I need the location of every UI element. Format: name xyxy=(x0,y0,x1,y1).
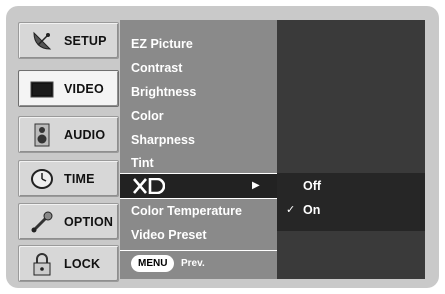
option-on[interactable]: ✓ On xyxy=(277,198,425,222)
padlock-icon xyxy=(33,253,51,276)
menu-item-contrast[interactable]: Contrast xyxy=(120,56,277,80)
menu-item-ez-picture[interactable]: EZ Picture xyxy=(120,32,277,56)
option-off[interactable]: Off xyxy=(277,174,425,198)
menu-item-video-preset[interactable]: Video Preset xyxy=(120,223,277,247)
menu-item-color[interactable]: Color xyxy=(120,104,277,128)
menu-footer: MENU Prev. xyxy=(120,250,277,279)
sidebar-item-label: LOCK xyxy=(64,257,101,271)
menu-item-tint[interactable]: Tint xyxy=(120,151,277,175)
sidebar-item-video[interactable]: VIDEO xyxy=(18,70,119,107)
checkmark-icon: ✓ xyxy=(286,204,296,216)
xd-submenu: Off ✓ On xyxy=(277,20,425,279)
sidebar-item-label: AUDIO xyxy=(64,128,106,142)
menu-button[interactable]: MENU xyxy=(131,255,175,272)
speaker-icon xyxy=(34,123,50,147)
sidebar-item-label: VIDEO xyxy=(64,82,104,96)
sidebar-item-setup[interactable]: SETUP xyxy=(18,22,119,59)
prev-label: Prev. xyxy=(181,258,205,269)
sidebar-item-label: SETUP xyxy=(64,34,107,48)
video-menu: EZ Picture Contrast Brightness Color Sha… xyxy=(120,20,277,279)
menu-item-sharpness[interactable]: Sharpness xyxy=(120,128,277,152)
clock-icon xyxy=(31,169,53,189)
menu-item-xd[interactable]: ▶ xyxy=(120,174,277,198)
sidebar-item-time[interactable]: TIME xyxy=(18,160,119,197)
satellite-dish-icon xyxy=(33,31,52,50)
tv-screen-icon xyxy=(30,81,54,98)
tools-icon xyxy=(31,211,53,233)
sidebar-item-option[interactable]: OPTION xyxy=(18,203,119,240)
sidebar-item-label: OPTION xyxy=(64,215,114,229)
option-label: Off xyxy=(303,179,322,193)
menu-item-brightness[interactable]: Brightness xyxy=(120,80,277,104)
sidebar-item-label: TIME xyxy=(64,172,95,186)
submenu-arrow-icon: ▶ xyxy=(252,180,260,191)
menu-item-color-temperature[interactable]: Color Temperature xyxy=(120,199,277,223)
option-label: On xyxy=(303,203,321,217)
sidebar-item-lock[interactable]: LOCK xyxy=(18,245,119,282)
sidebar-item-audio[interactable]: AUDIO xyxy=(18,116,119,153)
